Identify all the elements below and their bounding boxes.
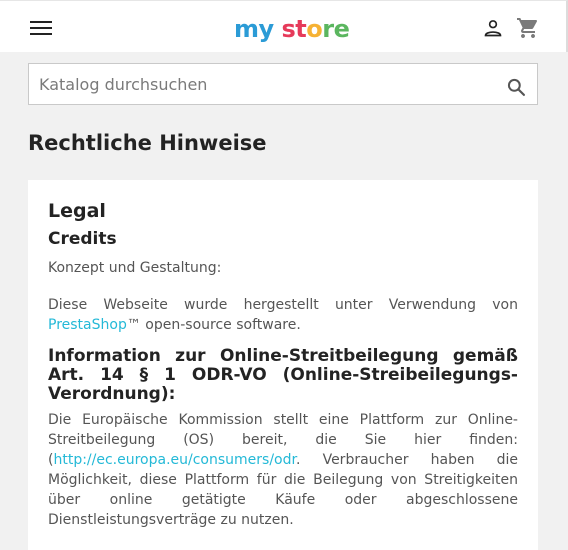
user-icon[interactable] <box>483 18 503 38</box>
built-with-text: Diese Webseite wurde hergestellt unter V… <box>48 297 518 333</box>
search-input[interactable] <box>29 64 499 104</box>
prestashop-link[interactable]: PrestaShop <box>48 317 127 333</box>
search-box <box>28 63 538 105</box>
search-icon[interactable] <box>506 77 526 97</box>
heading-credits: Credits <box>48 229 117 249</box>
store-logo[interactable]: my store <box>234 13 350 45</box>
hamburger-menu-icon[interactable] <box>30 21 52 37</box>
heading-odr-info: Information zur Online-Streitbeilegung g… <box>48 346 518 404</box>
content-body: Legal Credits Konzept und Gestaltung: Di… <box>48 198 518 530</box>
content-card: Legal Credits Konzept und Gestaltung: Di… <box>28 180 538 550</box>
heading-legal: Legal <box>48 200 106 222</box>
odr-text: Die Europäische Kommission stellt eine P… <box>48 412 518 528</box>
top-header: my store <box>0 0 568 52</box>
shopping-cart-icon[interactable] <box>516 16 540 40</box>
page-title: Rechtliche Hinweise <box>28 131 267 155</box>
odr-platform-link[interactable]: http://ec.europa.eu/consumers/odr <box>53 452 296 468</box>
concept-text: Konzept und Gestaltung: <box>48 260 222 276</box>
